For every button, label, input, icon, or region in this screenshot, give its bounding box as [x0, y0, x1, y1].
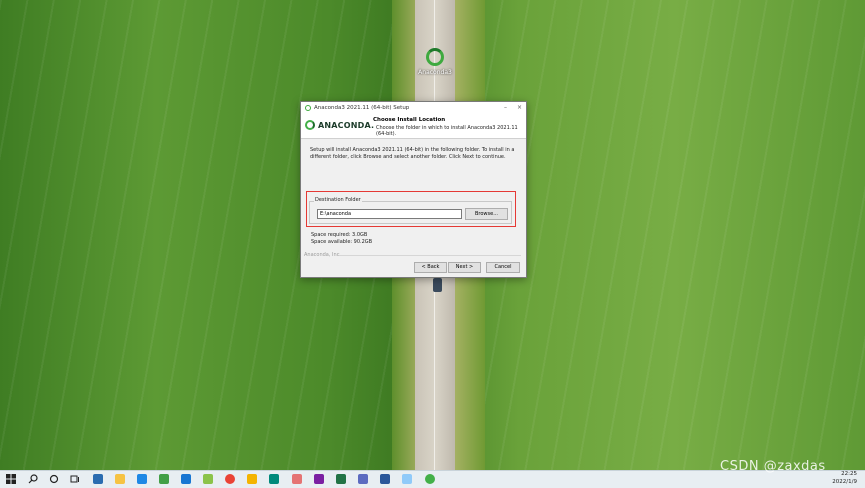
highlight-box	[306, 191, 516, 227]
installer-window: Anaconda3 2021.11 (64-bit) Setup – × ANA…	[300, 101, 527, 278]
watermark: CSDN @zaxdas	[720, 459, 826, 474]
instructions-text: Setup will install Anaconda3 2021.11 (64…	[310, 147, 515, 160]
taskbar-app-6[interactable]	[203, 474, 213, 484]
car	[433, 278, 442, 292]
taskbar-app-11[interactable]	[314, 474, 324, 484]
space-required: Space required: 3.0GB	[311, 232, 368, 238]
anaconda-wordmark: ANACONDA.	[318, 120, 375, 130]
window-title: Anaconda3 2021.11 (64-bit) Setup	[314, 105, 410, 111]
taskbar-app-10[interactable]	[292, 474, 302, 484]
next-button[interactable]: Next >	[448, 262, 481, 273]
taskbar-app-4[interactable]	[159, 474, 169, 484]
taskbar-app-9[interactable]	[269, 474, 279, 484]
page-subtitle: Choose the folder in which to install An…	[376, 125, 518, 137]
taskbar-app-1[interactable]	[93, 474, 103, 484]
clock-time: 22:25	[841, 471, 857, 477]
footer-divider	[339, 255, 521, 256]
brand-footer: Anaconda, Inc.	[304, 252, 342, 258]
anaconda-icon	[426, 48, 444, 66]
title-bar[interactable]: Anaconda3 2021.11 (64-bit) Setup – ×	[301, 102, 526, 114]
taskbar-app-8[interactable]	[247, 474, 257, 484]
taskbar-app-3[interactable]	[137, 474, 147, 484]
space-available: Space available: 90.2GB	[311, 239, 373, 245]
task-view-icon[interactable]	[70, 474, 80, 484]
taskbar-app-chrome[interactable]	[225, 474, 235, 484]
desktop-icon-label: Anaconda3	[418, 69, 452, 76]
taskbar-app-word[interactable]	[380, 474, 390, 484]
search-icon[interactable]	[28, 474, 38, 484]
desktop-icon-anaconda[interactable]: Anaconda3	[413, 48, 457, 76]
close-button[interactable]: ×	[517, 102, 522, 114]
minimize-button[interactable]: –	[504, 102, 507, 114]
system-clock[interactable]: 22:25 2022/1/9	[832, 471, 857, 486]
windows-icon[interactable]	[6, 474, 16, 484]
clock-date: 2022/1/9	[832, 478, 857, 485]
taskbar-app-file-explorer[interactable]	[115, 474, 125, 484]
cancel-button[interactable]: Cancel	[486, 262, 520, 273]
back-button[interactable]: < Back	[414, 262, 447, 273]
taskbar-app-excel[interactable]	[336, 474, 346, 484]
anaconda-app-icon	[305, 105, 311, 111]
taskbar-app-15[interactable]	[402, 474, 412, 484]
wizard-header: ANACONDA. Choose Install Location Choose…	[301, 114, 526, 139]
page-title: Choose Install Location	[373, 117, 446, 123]
taskbar-app-13[interactable]	[358, 474, 368, 484]
circle-icon[interactable]	[49, 474, 59, 484]
anaconda-ring-icon	[305, 120, 315, 130]
anaconda-logo: ANACONDA.	[305, 120, 374, 130]
taskbar-app-5[interactable]	[181, 474, 191, 484]
taskbar-app-anaconda[interactable]	[425, 474, 435, 484]
